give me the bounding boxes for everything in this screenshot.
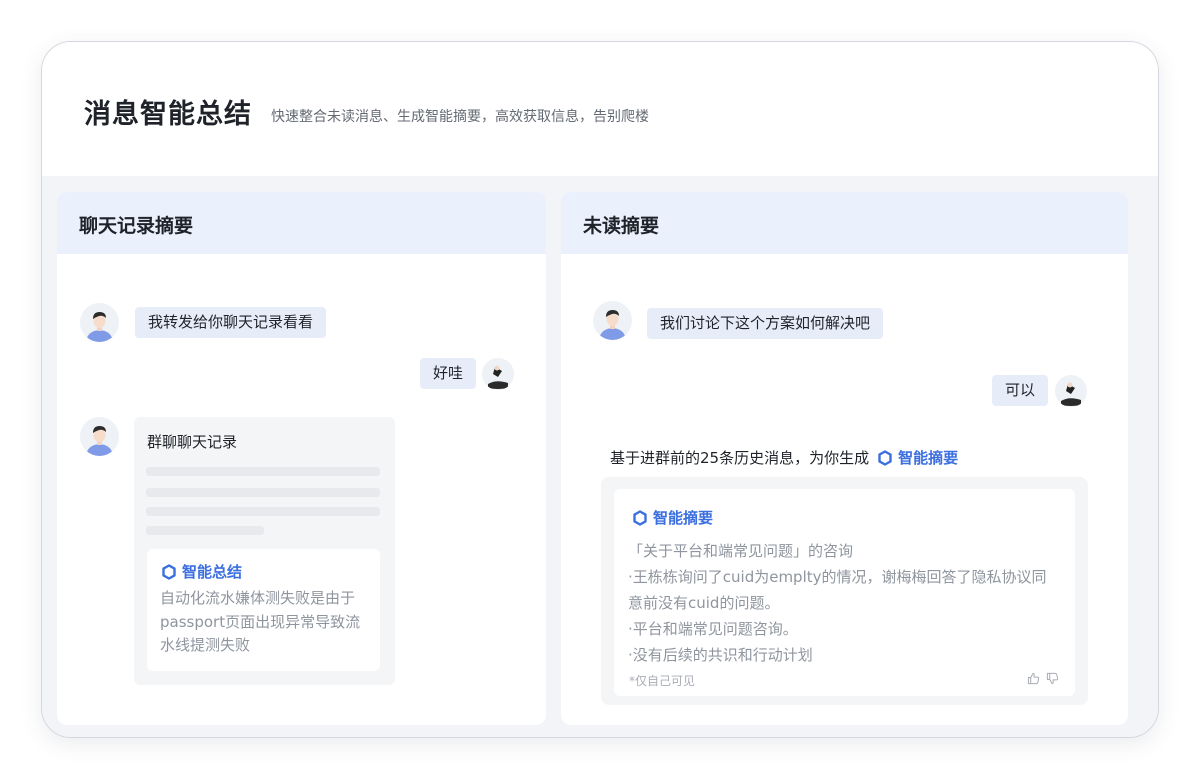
- unread-summary-panel: 未读摘要 我们讨论下这个方案如何解决吧 可以 基于进群前的25条历史消息，为你生…: [561, 192, 1128, 725]
- sender-avatar-icon[interactable]: [1055, 375, 1087, 407]
- panel-header: 未读摘要: [561, 192, 1128, 254]
- chat-record-summary-panel: 聊天记录摘要 我转发给你聊天记录看看 好哇 群聊聊天记录 智能总结 自动化流水嫌…: [57, 192, 546, 725]
- user-avatar-icon[interactable]: [80, 417, 119, 456]
- summary-line: ·没有后续的共识和行动计划: [628, 646, 813, 664]
- skeleton-line: [146, 488, 380, 497]
- sender-avatar-icon[interactable]: [482, 358, 514, 390]
- ai-hexagon-icon: [878, 449, 892, 466]
- intro-ai-label[interactable]: 智能摘要: [877, 447, 958, 468]
- chat-bubble: 可以: [992, 375, 1049, 406]
- ai-summary-card: 智能摘要 「关于平台和端常见问题」的咨询 ·王栋栋询问了cuid为emplty的…: [614, 489, 1075, 696]
- skeleton-line: [146, 526, 264, 535]
- chat-bubble: 我转发给你聊天记录看看: [135, 307, 327, 338]
- ai-summary-card: 智能总结 自动化流水嫌体测失败是由于passport页面出现异常导致流水线提测失…: [147, 549, 380, 671]
- ai-summary-text: 自动化流水嫌体测失败是由于passport页面出现异常导致流水线提测失败: [160, 589, 361, 654]
- skeleton-line: [146, 467, 380, 476]
- thumbs-down-icon[interactable]: [1046, 672, 1059, 685]
- summary-line: ·王栋栋询问了cuid为emplty的情况，谢梅梅回答了隐私协议同: [628, 568, 1047, 586]
- thumbs-up-icon[interactable]: [1027, 672, 1040, 685]
- panel-title: 聊天记录摘要: [79, 215, 194, 237]
- forwarded-card-title: 群聊聊天记录: [147, 433, 238, 451]
- ai-hexagon-icon: [162, 563, 176, 580]
- feedback-buttons: [1027, 672, 1059, 685]
- private-note: *仅自己可见: [629, 674, 696, 688]
- user-avatar-icon[interactable]: [593, 301, 632, 340]
- forwarded-chat-card[interactable]: 群聊聊天记录 智能总结 自动化流水嫌体测失败是由于passport页面出现异常导…: [134, 417, 395, 685]
- ai-hexagon-icon: [633, 509, 647, 526]
- chat-bubble: 好哇: [420, 358, 477, 389]
- page-title: 消息智能总结: [84, 99, 252, 130]
- summary-line: 「关于平台和端常见问题」的咨询: [628, 542, 854, 560]
- summary-line: ·平台和端常见问题咨询。: [628, 620, 798, 638]
- summary-intro: 基于进群前的25条历史消息，为你生成 智能摘要: [610, 447, 959, 468]
- panel-header: 聊天记录摘要: [57, 192, 546, 254]
- summary-line: 意前没有cuid的问题。: [628, 594, 780, 612]
- page-subtitle: 快速整合未读消息、生成智能摘要，高效获取信息，告别爬楼: [271, 109, 649, 125]
- ai-summary-container: 智能摘要 「关于平台和端常见问题」的咨询 ·王栋栋询问了cuid为emplty的…: [601, 477, 1088, 705]
- ai-summary-label: 智能摘要: [632, 507, 713, 528]
- feature-card: 消息智能总结 快速整合未读消息、生成智能摘要，高效获取信息，告别爬楼 聊天记录摘…: [41, 41, 1159, 738]
- ai-summary-label: 智能总结: [161, 561, 242, 582]
- header: 消息智能总结 快速整合未读消息、生成智能摘要，高效获取信息，告别爬楼: [42, 42, 1158, 176]
- ai-summary-lines: 「关于平台和端常见问题」的咨询 ·王栋栋询问了cuid为emplty的情况，谢梅…: [628, 538, 1068, 668]
- panel-title: 未读摘要: [583, 215, 660, 237]
- skeleton-line: [146, 507, 380, 516]
- user-avatar-icon[interactable]: [80, 303, 119, 342]
- chat-bubble: 我们讨论下这个方案如何解决吧: [647, 308, 884, 339]
